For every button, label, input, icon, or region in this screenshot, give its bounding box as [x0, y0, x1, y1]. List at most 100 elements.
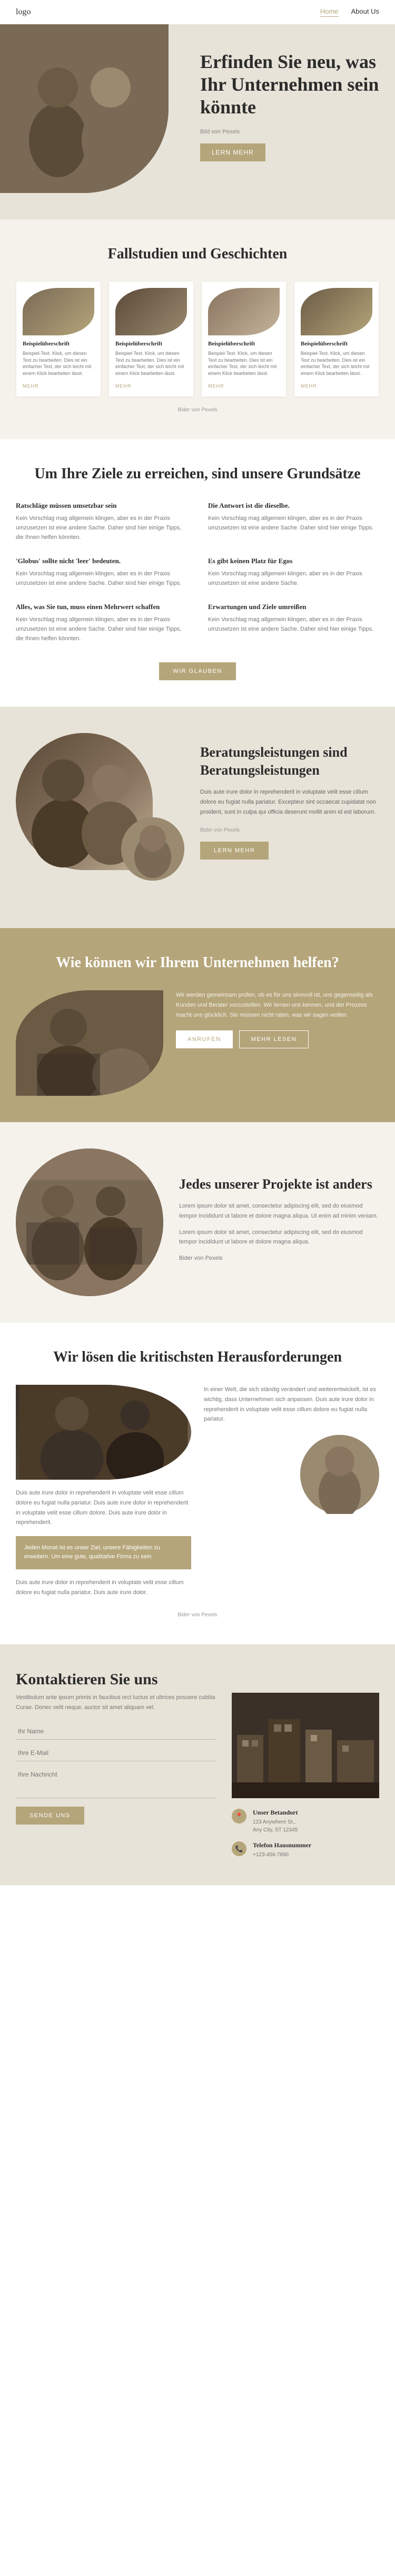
- hero-title: Erfinden Sie neu, was Ihr Unternehmen se…: [200, 51, 379, 119]
- case-card-title-4: Beispielüberschrift: [301, 341, 372, 347]
- consulting-img-small: [121, 817, 184, 881]
- consulting-title: Beratungsleistungen sind Beratungsleistu…: [200, 744, 379, 779]
- principles-grid: Ratschläge müssen umsetzbar sein Kein Vo…: [16, 501, 379, 643]
- principle-4: Es gibt keinen Platz für Egos Kein Vorsc…: [208, 557, 379, 588]
- challenges-highlight: Jeden Monat ist es unser Ziel, unsere Fä…: [16, 1536, 191, 1569]
- help-cta-row: ANRUFEN MEHR LESEN: [176, 1030, 379, 1048]
- challenges-highlight-text: Jeden Monat ist es unser Ziel, unsere Fä…: [24, 1543, 183, 1562]
- challenges-section: Wir lösen die kritischsten Herausforderu…: [0, 1323, 395, 1644]
- case-studies-footnote: Bider von Pexels: [16, 407, 379, 413]
- principle-text-6: Kein Vorschlag mag allgemein klingen, ab…: [208, 615, 379, 634]
- contact-intro: Vestibulum ante ipsum primis in faucibus…: [16, 1693, 216, 1712]
- case-card-img-4: [301, 288, 372, 335]
- consulting-images: [16, 733, 184, 870]
- case-card-more-4[interactable]: MEHR: [301, 383, 317, 389]
- hero-svg: [11, 35, 158, 182]
- consulting-layout: Beratungsleistungen sind Beratungsleistu…: [16, 733, 379, 870]
- principle-title-4: Es gibt keinen Platz für Egos: [208, 557, 379, 565]
- help-cta-button-1[interactable]: ANRUFEN: [176, 1030, 233, 1048]
- principles-cta-container: WIR GLAUBEN: [16, 662, 379, 680]
- contact-address-title: Unser Betandort: [253, 1809, 298, 1817]
- principle-title-1: Ratschläge müssen umsetzbar sein: [16, 501, 187, 510]
- case-card-text-4: Beispiel-Text. Klick, um diesen Text zu …: [301, 350, 372, 377]
- contact-title: Kontaktieren Sie uns: [16, 1671, 379, 1689]
- contact-email-input[interactable]: [16, 1745, 216, 1761]
- hero-image: [0, 24, 169, 193]
- contact-address-text: Unser Betandort 123 Anywhere St., Any Ci…: [253, 1809, 298, 1834]
- help-inner: Wir werden gemeinsam prüfen, ob es für u…: [16, 990, 379, 1096]
- projects-image: [16, 1149, 163, 1296]
- contact-phone-item: 📞 Telefon Hausnummer +123-456-7890: [232, 1841, 379, 1859]
- case-card-img-2: [115, 288, 187, 335]
- case-card-1: Beispielüberschrift Beispiel-Text. Klick…: [16, 282, 101, 397]
- contact-name-input[interactable]: [16, 1723, 216, 1740]
- challenges-img-round: [300, 1435, 379, 1514]
- principle-text-5: Kein Vorschlag mag allgemein klingen, ab…: [16, 615, 187, 643]
- hero-cta-button[interactable]: LERN MEHR: [200, 143, 265, 161]
- contact-form-area: Vestibulum ante ipsum primis in faucibus…: [16, 1693, 216, 1859]
- challenges-right-text: In einer Welt, die sich ständig veränder…: [204, 1385, 379, 1424]
- case-card-title-1: Beispielüberschrift: [23, 341, 94, 347]
- help-section: Wie können wir Ihrem Unternehmen helfen?…: [0, 928, 395, 1122]
- navbar: logo Home About Us: [0, 0, 395, 24]
- case-card-text-3: Beispiel-Text. Klick, um diesen Text zu …: [208, 350, 280, 377]
- case-card-more-2[interactable]: MEHR: [115, 383, 132, 389]
- projects-text-2: Lorem ipsum dolor sit amet, consectetur …: [179, 1228, 379, 1247]
- challenges-left-svg: [16, 1385, 191, 1480]
- consulting-section: Beratungsleistungen sind Beratungsleistu…: [0, 707, 395, 928]
- nav-link-about[interactable]: About Us: [351, 7, 379, 17]
- case-card-4: Beispielüberschrift Beispiel-Text. Klick…: [294, 282, 379, 397]
- case-card-more-3[interactable]: MEHR: [208, 383, 224, 389]
- contact-form: [16, 1723, 216, 1798]
- case-card-more-1[interactable]: MEHR: [23, 383, 39, 389]
- projects-section: Jedes unserer Projekte ist anders Lorem …: [0, 1122, 395, 1323]
- contact-message-input[interactable]: [16, 1767, 216, 1798]
- case-card-title-2: Beispielüberschrift: [115, 341, 187, 347]
- principle-text-2: Kein Vorschlag mag allgemein klingen, ab…: [208, 514, 379, 533]
- case-card-text-1: Beispiel-Text. Klick, um diesen Text zu …: [23, 350, 94, 377]
- challenges-title: Wir lösen die kritischsten Herausforderu…: [16, 1349, 379, 1366]
- principle-text-3: Kein Vorschlag mag allgemein klingen, ab…: [16, 570, 187, 588]
- contact-phone-title: Telefon Hausnummer: [253, 1841, 311, 1849]
- principle-title-2: Die Antwort ist die dieselbe.: [208, 501, 379, 510]
- challenges-right: In einer Welt, die sich ständig veränder…: [204, 1385, 379, 1606]
- projects-footnote: Bider von Pexels: [179, 1253, 379, 1263]
- projects-layout: Jedes unserer Projekte ist anders Lorem …: [16, 1149, 379, 1296]
- principle-5: Alles, was Sie tun, muss einen Mehrwert …: [16, 603, 187, 643]
- contact-phone-number: +123-456-7890: [253, 1851, 311, 1859]
- principle-text-1: Kein Vorschlag mag allgemein klingen, ab…: [16, 514, 187, 542]
- contact-phone-text: Telefon Hausnummer +123-456-7890: [253, 1841, 311, 1859]
- challenges-round-svg: [300, 1435, 379, 1514]
- consulting-cta-button[interactable]: LERN MEHR: [200, 842, 269, 860]
- case-studies-section: Fallstudien und Geschichten Beispielüber…: [0, 219, 395, 439]
- hero-link-label: Bild von Pexels: [200, 129, 240, 135]
- case-card-img-3: [208, 288, 280, 335]
- contact-info-list: 📍 Unser Betandort 123 Anywhere St., Any …: [232, 1809, 379, 1859]
- contact-image: [232, 1693, 379, 1798]
- contact-info-area: 📍 Unser Betandort 123 Anywhere St., Any …: [232, 1693, 379, 1859]
- nav-link-home[interactable]: Home: [320, 7, 339, 17]
- case-cards-container: Beispielüberschrift Beispiel-Text. Klick…: [16, 282, 379, 397]
- consulting-link: Bider von Pexels: [200, 827, 379, 833]
- projects-content: Jedes unserer Projekte ist anders Lorem …: [179, 1175, 379, 1270]
- case-card-title-3: Beispielüberschrift: [208, 341, 280, 347]
- challenges-text-2: Duis aute irure dolor in reprehenderit i…: [16, 1578, 191, 1597]
- principles-cta-button[interactable]: WIR GLAUBEN: [159, 662, 236, 680]
- case-card-3: Beispielüberschrift Beispiel-Text. Klick…: [202, 282, 286, 397]
- contact-submit-button[interactable]: SENDE UNS: [16, 1807, 84, 1825]
- challenges-layout: Duis aute irure dolor in reprehenderit i…: [16, 1385, 379, 1606]
- projects-title: Jedes unserer Projekte ist anders: [179, 1175, 379, 1193]
- hero-content: Erfinden Sie neu, was Ihr Unternehmen se…: [200, 51, 379, 161]
- principle-1: Ratschläge müssen umsetzbar sein Kein Vo…: [16, 501, 187, 542]
- challenges-footnote: Bider von Pexels: [16, 1612, 379, 1618]
- nav-logo: logo: [16, 7, 31, 17]
- contact-address-line1: 123 Anywhere St.,: [253, 1818, 298, 1826]
- help-cta-button-2[interactable]: MEHR LESEN: [239, 1030, 309, 1048]
- projects-text-1: Lorem ipsum dolor sit amet, consectetur …: [179, 1201, 379, 1221]
- principle-6: Erwartungen und Ziele umreißen Kein Vors…: [208, 603, 379, 643]
- contact-address-line2: Any City, ST 12345: [253, 1826, 298, 1834]
- case-studies-title: Fallstudien und Geschichten: [16, 246, 379, 263]
- consulting-small-svg: [121, 817, 184, 881]
- contact-layout: Vestibulum ante ipsum primis in faucibus…: [16, 1693, 379, 1859]
- nav-links: Home About Us: [320, 7, 379, 17]
